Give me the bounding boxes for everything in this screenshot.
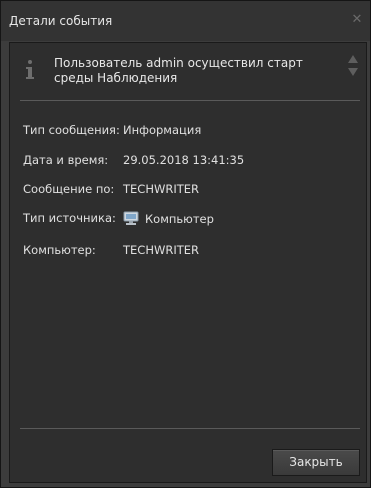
- details-panel: Пользователь admin осуществил старт сред…: [9, 42, 367, 483]
- detail-value: Информация: [123, 123, 202, 137]
- detail-label: Тип сообщения:: [23, 123, 120, 137]
- computer-icon: [123, 211, 139, 225]
- detail-label: Компьютер:: [23, 243, 96, 257]
- detail-label: Сообщение по:: [23, 182, 115, 196]
- close-icon[interactable]: ✕: [350, 13, 364, 27]
- dialog-title: Детали события: [9, 14, 113, 28]
- detail-value-with-icon: Компьютер: [123, 211, 214, 226]
- info-icon: [26, 60, 34, 79]
- detail-label: Тип источника:: [23, 211, 116, 225]
- detail-value: Компьютер: [145, 212, 214, 226]
- detail-value: TECHWRITER: [123, 243, 200, 257]
- title-bar: Детали события ✕: [1, 1, 370, 41]
- detail-label: Дата и время:: [23, 153, 109, 167]
- scroll-up-icon[interactable]: [348, 55, 358, 63]
- event-details-dialog: Детали события ✕ Пользователь admin осущ…: [0, 0, 371, 488]
- scroll-down-icon[interactable]: [348, 68, 358, 76]
- detail-value: TECHWRITER: [123, 182, 200, 196]
- event-message: Пользователь admin осуществил старт сред…: [54, 56, 303, 85]
- close-button[interactable]: Закрыть: [272, 449, 360, 476]
- divider: [20, 100, 360, 101]
- detail-value: 29.05.2018 13:41:35: [123, 153, 245, 167]
- divider: [20, 428, 360, 429]
